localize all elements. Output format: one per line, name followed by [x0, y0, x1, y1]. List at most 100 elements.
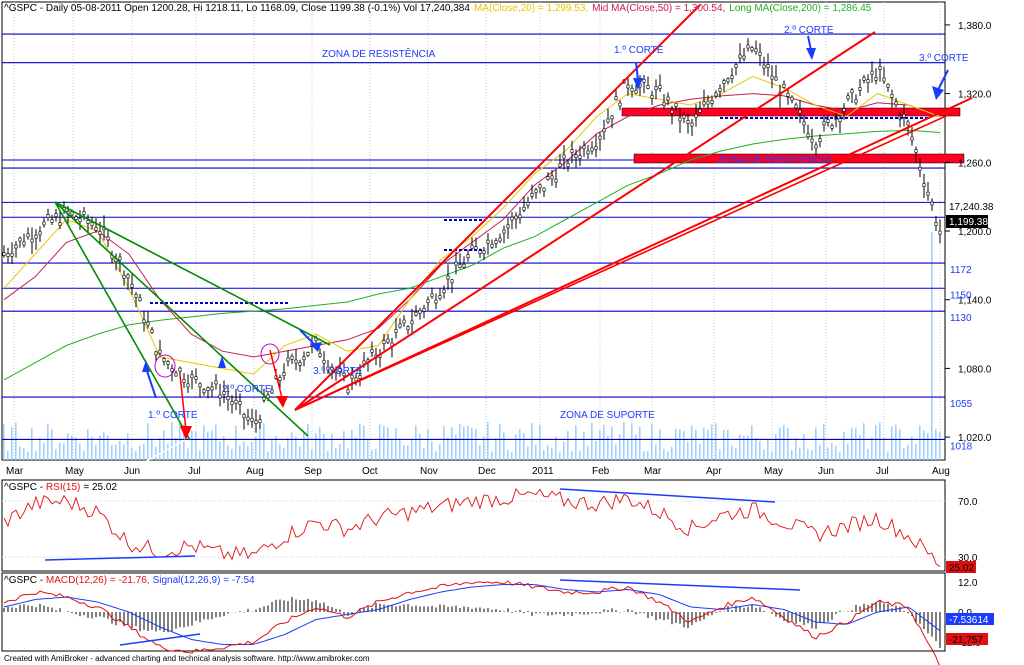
volume-bar [467, 425, 469, 460]
volume-bar [287, 437, 289, 460]
price-bar-body [430, 293, 434, 298]
price-bar-body [30, 238, 34, 243]
price-header: ^GSPC - Daily 05-08-2011 Open 1200.28, H… [4, 3, 872, 14]
volume-bar [479, 445, 481, 460]
volume-bar [23, 448, 25, 460]
price-bar-body [786, 93, 790, 97]
price-bar-body [478, 250, 482, 254]
macd-header: ^GSPC - MACD(12,26) = -21.76, Signal(12,2… [4, 575, 255, 586]
volume-bar [423, 447, 425, 460]
price-bar-body [922, 183, 926, 187]
price-bar-body [258, 419, 262, 423]
price-bar-body [718, 88, 722, 92]
price-bar-body [98, 231, 102, 235]
price-bar-body [170, 368, 174, 372]
price-bar-body [862, 77, 866, 81]
price-bar-body [346, 389, 350, 394]
price-bar-body [538, 184, 542, 189]
volume-bar [263, 423, 265, 460]
volume-bar [819, 444, 821, 460]
price-bar-body [554, 178, 558, 183]
price-bar-body [698, 109, 702, 113]
volume-bar [139, 445, 141, 460]
price-bar-body [930, 201, 934, 206]
volume-bar [243, 441, 245, 460]
price-bar-body [590, 147, 594, 152]
price-bar-body [158, 349, 162, 354]
volume-bar [219, 441, 221, 460]
volume-bar [675, 428, 677, 460]
volume-bar [563, 441, 565, 460]
price-bar-body [578, 155, 582, 159]
price-bar-body [890, 94, 894, 98]
volume-bar [755, 438, 757, 460]
price-bar-body [754, 48, 758, 53]
x-tick-label: Dec [478, 466, 496, 477]
price-bar-body [610, 115, 614, 120]
price-bar-body [22, 241, 26, 246]
price-bar-body [494, 240, 498, 244]
x-tick-label: Oct [362, 466, 378, 477]
volume-bar [435, 451, 437, 460]
price-bar-body [866, 79, 870, 83]
volume-bar [443, 426, 445, 460]
volume-bar [695, 429, 697, 460]
volume-bar [59, 442, 61, 460]
volume-bar [371, 449, 373, 460]
signal-badge-text: -7.53614 [949, 615, 989, 626]
price-bar-body [434, 299, 438, 304]
volume-bar [763, 449, 765, 460]
price-bar-body [574, 154, 578, 158]
price-bar-body [822, 121, 826, 126]
price-bar-body [522, 206, 526, 211]
volume-bar [939, 432, 941, 460]
volume-bar [867, 448, 869, 460]
price-bar-body [858, 87, 862, 91]
price-bar-body [138, 297, 142, 302]
price-bar-body [410, 320, 414, 325]
price-bar-body [370, 349, 374, 353]
volume-bar [179, 422, 181, 460]
level-label: 1018 [950, 441, 973, 452]
volume-bar [375, 448, 377, 460]
volume-bar [499, 424, 501, 460]
price-bar-body [650, 95, 654, 99]
price-bar-body [202, 389, 206, 394]
volume-bar [787, 427, 789, 460]
volume-bar [723, 429, 725, 460]
volume-bar [831, 443, 833, 460]
volume-bar [295, 436, 297, 460]
volume-bar [211, 430, 213, 460]
volume-bar [851, 427, 853, 460]
volume-bar [811, 450, 813, 460]
volume-bar [27, 451, 29, 460]
volume-bar [931, 232, 933, 460]
y-tick-label: 1,080.0 [958, 364, 992, 375]
price-bar-body [454, 261, 458, 266]
y-tick-label: 1,320.0 [958, 90, 992, 101]
price-bar-body [546, 176, 550, 180]
x-tick-label: Apr [706, 466, 722, 477]
volume-bar [403, 445, 405, 460]
price-bar-body [914, 149, 918, 153]
volume-bar [727, 429, 729, 460]
corte1-right-label: 1.º CORTE [614, 45, 664, 56]
price-bar-body [106, 236, 110, 241]
corte2-right-label: 2.º CORTE [784, 25, 834, 36]
volume-bar [771, 451, 773, 460]
volume-bar [635, 434, 637, 460]
volume-bar [415, 425, 417, 460]
price-bar-body [86, 220, 90, 224]
volume-bar [483, 436, 485, 460]
price-bar-body [226, 396, 230, 400]
price-bar-body [486, 239, 490, 244]
price-bar-body [626, 84, 630, 89]
corte3-left-label: 3.º CORTE [313, 366, 363, 377]
volume-bar [767, 439, 769, 460]
volume-bar [163, 430, 165, 460]
volume-bar [619, 434, 621, 460]
price-bar-body [582, 145, 586, 150]
price-bar-body [322, 359, 326, 364]
volume-bar [75, 437, 77, 460]
price-bar-body [594, 146, 598, 150]
